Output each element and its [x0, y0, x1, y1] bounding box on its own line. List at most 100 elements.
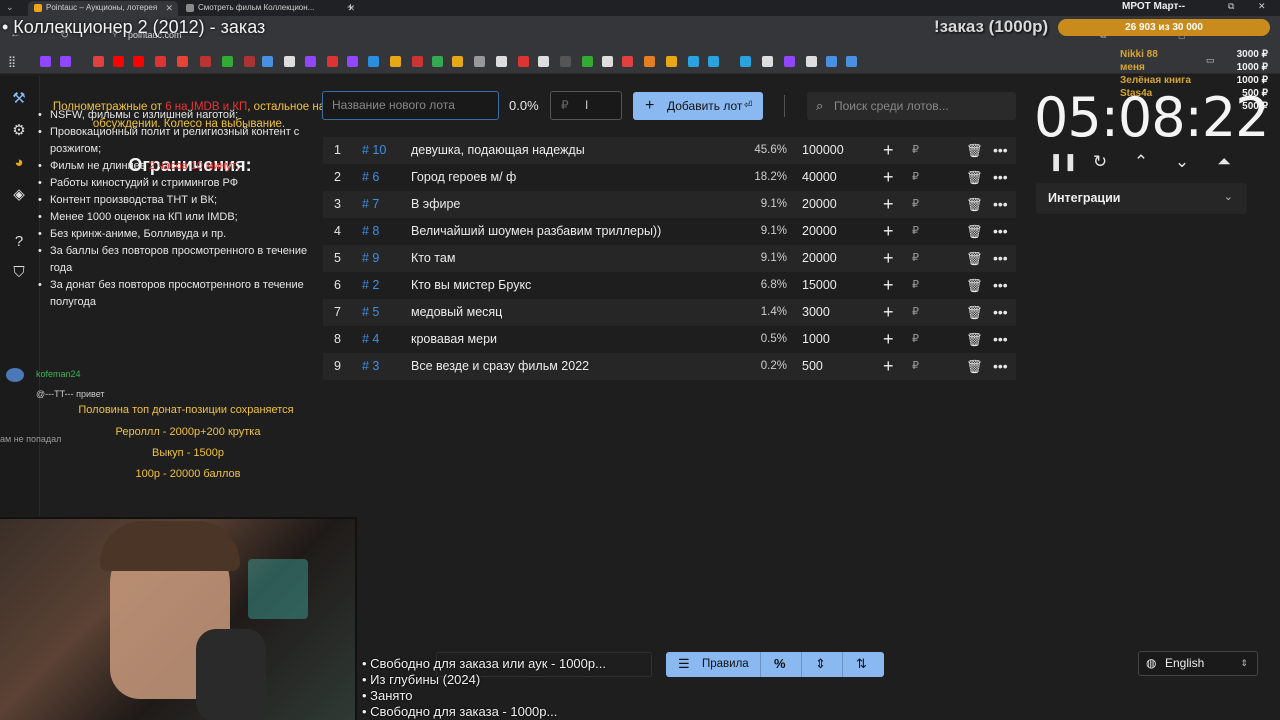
lot-name[interactable]: В эфире	[411, 191, 460, 218]
add-amount-icon[interactable]: +	[883, 164, 894, 191]
lot-id-link[interactable]: # 7	[362, 191, 379, 218]
lot-name[interactable]: Город героев м/ ф	[411, 164, 516, 191]
tab-pointauc[interactable]: Pointauc – Аукционы, лотерея ✕	[28, 1, 178, 16]
new-lot-name-input[interactable]: Название нового лота	[322, 91, 499, 120]
trash-icon[interactable]: 🗑	[966, 191, 983, 218]
add-amount-icon[interactable]: +	[883, 326, 894, 353]
lot-id-link[interactable]: # 4	[362, 326, 379, 353]
sort-icon[interactable]: ⇅	[856, 656, 867, 672]
bookmark-icon[interactable]	[412, 56, 423, 67]
chevron-down-icon[interactable]: ⌄	[1172, 152, 1192, 172]
bookmark-icon[interactable]	[762, 56, 773, 67]
pause-icon[interactable]: ❚❚	[1049, 152, 1078, 172]
shield-icon[interactable]: ⛉	[10, 264, 28, 282]
bookmark-icon[interactable]	[806, 56, 817, 67]
close-icon[interactable]: ✕	[165, 1, 173, 15]
trash-icon[interactable]: 🗑	[966, 326, 983, 353]
bookmark-icon[interactable]	[740, 56, 751, 67]
lot-name[interactable]: девушка, подающая надежды	[411, 137, 585, 164]
add-lot-button[interactable]: + Добавить лот ⏎	[633, 92, 763, 120]
bookmark-icon[interactable]	[284, 56, 295, 67]
trash-icon[interactable]: 🗑	[966, 272, 983, 299]
bookmark-icon[interactable]	[262, 56, 273, 67]
lot-name[interactable]: Кто вы мистер Брукс	[411, 272, 531, 299]
lot-id-link[interactable]: # 6	[362, 164, 379, 191]
bookmark-icon[interactable]	[826, 56, 837, 67]
apps-grid-icon[interactable]: ⣿	[8, 55, 16, 68]
lot-name[interactable]: Все везде и сразу фильм 2022	[411, 353, 589, 380]
lot-id-link[interactable]: # 10	[362, 137, 386, 164]
bookmark-icon[interactable]	[582, 56, 593, 67]
lot-amount[interactable]: 20000	[802, 245, 837, 272]
more-options-icon[interactable]: •••	[993, 299, 1008, 326]
telegram-bookmark-icon[interactable]	[708, 56, 719, 67]
bookmark-icon[interactable]	[432, 56, 443, 67]
hammer-icon[interactable]: ⚒	[10, 90, 28, 108]
twitch-bookmark-icon[interactable]	[40, 56, 51, 67]
twitch-bookmark-icon[interactable]	[60, 56, 71, 67]
bookmark-icon[interactable]	[496, 56, 507, 67]
more-options-icon[interactable]: •••	[993, 191, 1008, 218]
bookmark-icon[interactable]	[305, 56, 316, 67]
lot-amount[interactable]: 15000	[802, 272, 837, 299]
bookmark-icon[interactable]	[244, 56, 255, 67]
bookmark-icon[interactable]	[784, 56, 795, 67]
percent-icon[interactable]: %	[774, 656, 786, 671]
add-amount-icon[interactable]: +	[883, 191, 894, 218]
bookmark-icon[interactable]	[155, 56, 166, 67]
trash-icon[interactable]: 🗑	[966, 299, 983, 326]
lot-id-link[interactable]: # 8	[362, 218, 379, 245]
youtube-bookmark-icon[interactable]	[133, 56, 144, 67]
lot-name[interactable]: Кто там	[411, 245, 455, 272]
bookmark-icon[interactable]	[644, 56, 655, 67]
lot-amount[interactable]: 40000	[802, 164, 837, 191]
bookmark-icon[interactable]	[602, 56, 613, 67]
close-window-icon[interactable]: ✕	[1258, 1, 1266, 12]
more-options-icon[interactable]: •••	[993, 218, 1008, 245]
lot-id-link[interactable]: # 2	[362, 272, 379, 299]
trash-icon[interactable]: 🗑	[966, 137, 983, 164]
lot-price-input[interactable]: ₽ I	[550, 91, 622, 120]
lot-amount[interactable]: 1000	[802, 326, 830, 353]
add-amount-icon[interactable]: +	[883, 299, 894, 326]
compress-icon[interactable]: ⇕	[815, 656, 826, 672]
bookmark-icon[interactable]	[390, 56, 401, 67]
trash-icon[interactable]: 🗑	[966, 164, 983, 191]
more-options-icon[interactable]: •••	[993, 137, 1008, 164]
bookmark-icon[interactable]	[200, 56, 211, 67]
double-chevron-up-icon[interactable]: ⏶	[1214, 152, 1234, 172]
lot-name[interactable]: медовый месяц	[411, 299, 502, 326]
language-select[interactable]: ◍ English ⇕	[1138, 651, 1258, 676]
reset-icon[interactable]: ↻	[1090, 152, 1110, 172]
tab-movie[interactable]: Смотреть фильм Коллекцион... ✕	[180, 1, 360, 16]
bookmark-icon[interactable]	[368, 56, 379, 67]
add-amount-icon[interactable]: +	[883, 218, 894, 245]
lot-amount[interactable]: 20000	[802, 191, 837, 218]
bookmark-icon[interactable]	[846, 56, 857, 67]
new-tab-icon[interactable]: +	[347, 0, 354, 14]
settings-gear-icon[interactable]: ⚙	[10, 122, 28, 140]
bookmark-icon[interactable]	[518, 56, 529, 67]
trash-icon[interactable]: 🗑	[966, 353, 983, 380]
lot-amount[interactable]: 3000	[802, 299, 830, 326]
lot-amount[interactable]: 20000	[802, 218, 837, 245]
lot-name[interactable]: Величайший шоумен разбавим триллеры))	[411, 218, 661, 245]
youtube-bookmark-icon[interactable]	[113, 56, 124, 67]
add-amount-icon[interactable]: +	[883, 137, 894, 164]
lot-amount[interactable]: 100000	[802, 137, 844, 164]
more-options-icon[interactable]: •••	[993, 272, 1008, 299]
layers-icon[interactable]: ◈	[10, 186, 28, 204]
bookmark-icon[interactable]	[474, 56, 485, 67]
add-amount-icon[interactable]: +	[883, 353, 894, 380]
bookmark-icon[interactable]	[622, 56, 633, 67]
add-amount-icon[interactable]: +	[883, 272, 894, 299]
more-options-icon[interactable]: •••	[993, 164, 1008, 191]
help-icon[interactable]: ?	[10, 233, 28, 251]
telegram-bookmark-icon[interactable]	[688, 56, 699, 67]
add-amount-icon[interactable]: +	[883, 245, 894, 272]
bookmark-icon[interactable]	[347, 56, 358, 67]
bookmark-icon[interactable]	[538, 56, 549, 67]
rules-button[interactable]: Правила	[702, 658, 749, 670]
bookmark-icon[interactable]	[666, 56, 677, 67]
bookmark-icon[interactable]	[560, 56, 571, 67]
